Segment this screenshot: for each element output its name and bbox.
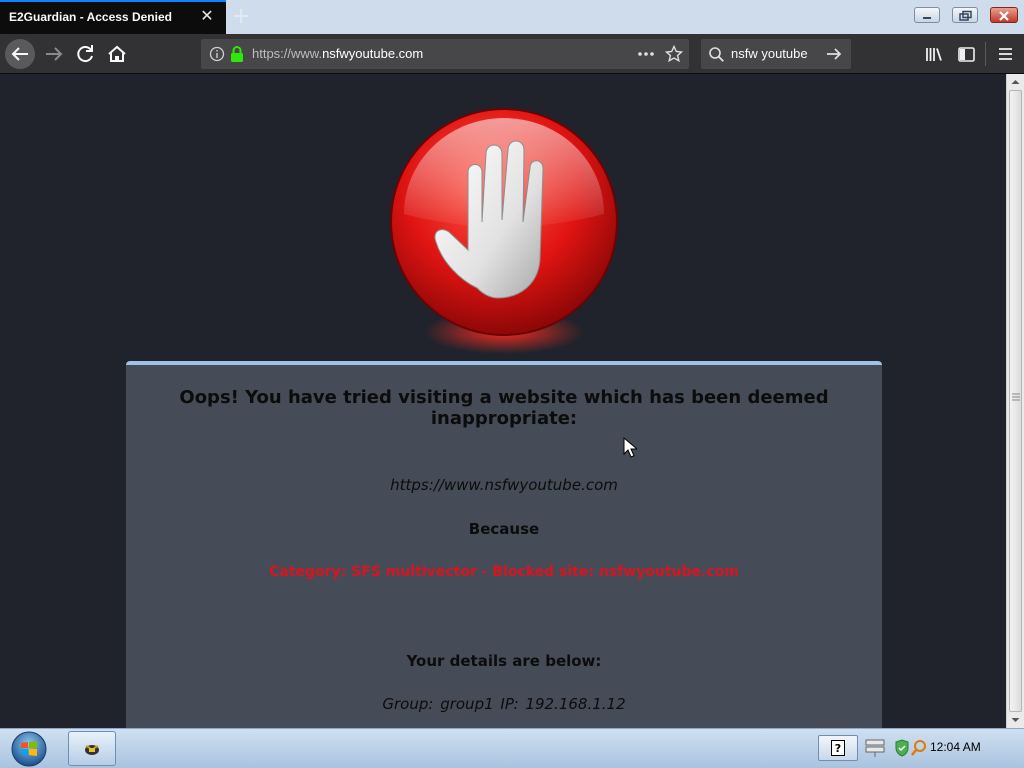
search-icon bbox=[709, 47, 724, 62]
scroll-up-icon[interactable] bbox=[1010, 77, 1021, 87]
page-heading: Oops! You have tried visiting a website … bbox=[179, 387, 829, 429]
security-icon[interactable] bbox=[892, 738, 932, 758]
new-tab-button[interactable] bbox=[230, 4, 252, 28]
taskbar: ? 12:04 AM bbox=[0, 728, 1024, 768]
access-denied-panel: Oops! You have tried visiting a website … bbox=[126, 361, 882, 728]
lock-icon[interactable] bbox=[229, 45, 245, 63]
restore-button[interactable] bbox=[952, 7, 978, 23]
plus-icon bbox=[234, 9, 248, 23]
block-reason: Category: SFS multivector - Blocked site… bbox=[269, 564, 739, 580]
taskbar-app-button[interactable] bbox=[68, 731, 116, 766]
close-icon bbox=[999, 11, 1009, 21]
back-button[interactable] bbox=[4, 38, 36, 70]
search-query: nsfw youtube bbox=[731, 46, 808, 61]
taskbar-clock[interactable]: 12:04 AM bbox=[930, 740, 981, 754]
svg-text:?: ? bbox=[835, 742, 841, 755]
more-dots-icon[interactable] bbox=[637, 46, 655, 62]
hamburger-menu-icon bbox=[999, 48, 1012, 60]
scroll-thumb[interactable] bbox=[1009, 90, 1022, 712]
library-button[interactable] bbox=[918, 38, 950, 70]
search-bar[interactable]: nsfw youtube bbox=[701, 39, 851, 69]
close-window-button[interactable] bbox=[990, 7, 1018, 23]
home-button[interactable] bbox=[101, 38, 133, 70]
tab-title: E2Guardian - Access Denied bbox=[9, 10, 172, 24]
forward-button[interactable] bbox=[38, 38, 70, 70]
scroll-down-icon[interactable] bbox=[1010, 715, 1021, 725]
reload-button[interactable] bbox=[69, 38, 101, 70]
minimize-icon bbox=[923, 17, 931, 19]
sidebar-button[interactable] bbox=[950, 38, 982, 70]
stop-hand-icon bbox=[390, 108, 618, 354]
sidebar-icon bbox=[958, 47, 975, 62]
active-tab[interactable]: E2Guardian - Access Denied ✕ bbox=[0, 0, 226, 34]
title-bar: E2Guardian - Access Denied ✕ bbox=[0, 0, 1024, 34]
bookmark-star-icon[interactable] bbox=[665, 45, 683, 63]
grip-icon bbox=[1012, 393, 1020, 401]
forward-arrow-icon bbox=[46, 47, 63, 61]
info-icon[interactable] bbox=[209, 46, 225, 62]
network-icon[interactable] bbox=[865, 738, 885, 758]
url-text: https://www.nsfwyoutube.com bbox=[252, 46, 424, 61]
blocked-url: https://www.nsfwyoutube.com bbox=[390, 476, 618, 494]
navigation-toolbar: https://www.nsfwyoutube.com nsfw youtube bbox=[0, 34, 1024, 74]
reload-icon bbox=[77, 45, 93, 63]
restore-icon bbox=[959, 10, 972, 21]
because-label: Because bbox=[468, 520, 540, 538]
address-bar[interactable]: https://www.nsfwyoutube.com bbox=[201, 39, 689, 69]
user-details: Group: group1 IP: 192.168.1.12 bbox=[382, 695, 626, 713]
toolbar-divider bbox=[985, 42, 986, 66]
app-icon bbox=[85, 745, 99, 755]
home-icon bbox=[108, 45, 126, 62]
details-label: Your details are below: bbox=[406, 652, 602, 670]
library-icon bbox=[926, 48, 942, 61]
mouse-cursor-icon bbox=[623, 437, 637, 458]
menu-button[interactable] bbox=[989, 38, 1021, 70]
vertical-scrollbar[interactable] bbox=[1006, 74, 1024, 728]
arrow-right-icon[interactable] bbox=[825, 46, 843, 62]
windows-start-icon[interactable] bbox=[10, 730, 48, 768]
minimize-button[interactable] bbox=[914, 7, 940, 23]
tray-help-button[interactable]: ? bbox=[818, 735, 858, 761]
tab-close-icon[interactable]: ✕ bbox=[196, 5, 218, 27]
help-icon: ? bbox=[831, 740, 845, 756]
back-arrow-icon bbox=[5, 39, 35, 69]
